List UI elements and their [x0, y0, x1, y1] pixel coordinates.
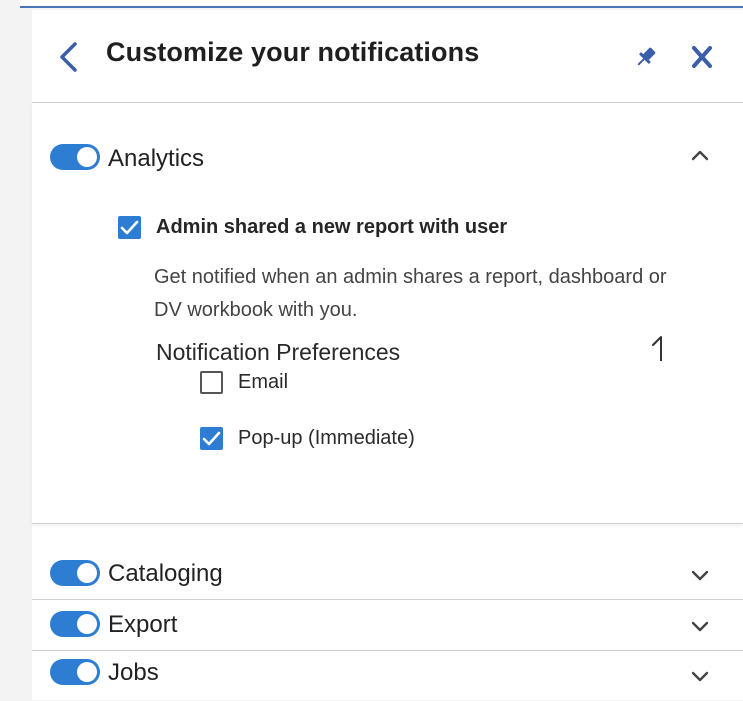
chevron-left-icon[interactable]	[56, 40, 82, 74]
jobs-label: Jobs	[108, 659, 159, 686]
panel-title: Customize your notifications	[106, 37, 480, 67]
top-strip	[20, 0, 743, 8]
email-option-label: Email	[238, 371, 289, 393]
notifications-panel: Customize your notifications Analytics A…	[32, 10, 743, 700]
preferences-heading: Notification Preferences	[156, 339, 401, 365]
analytics-toggle[interactable]	[50, 144, 100, 170]
section-jobs: Jobs	[32, 651, 743, 701]
cataloging-label: Cataloging	[108, 560, 223, 587]
notification-title: Admin shared a new report with user	[156, 216, 508, 238]
toggle-knob	[77, 662, 97, 682]
popup-checkbox[interactable]	[200, 427, 223, 450]
chevron-down-icon[interactable]	[688, 563, 712, 587]
notification-description: Get notified when an admin shares a repo…	[154, 266, 667, 321]
analytics-label: Analytics	[108, 145, 205, 172]
chevron-down-icon[interactable]	[688, 614, 712, 638]
section-cataloging: Cataloging	[32, 549, 743, 600]
admin-shared-report-checkbox[interactable]	[118, 216, 141, 239]
toggle-knob	[77, 147, 97, 167]
toggle-knob	[77, 614, 97, 634]
cataloging-toggle[interactable]	[50, 560, 100, 586]
chevron-up-icon[interactable]	[688, 143, 712, 167]
toggle-knob	[77, 563, 97, 583]
export-label: Export	[108, 611, 178, 638]
export-toggle[interactable]	[50, 611, 100, 637]
chevron-down-icon[interactable]	[688, 664, 712, 688]
pin-icon[interactable]	[632, 43, 660, 71]
jobs-toggle[interactable]	[50, 659, 100, 685]
close-icon[interactable]	[688, 43, 716, 71]
email-checkbox[interactable]	[200, 371, 223, 394]
popup-option-label: Pop-up (Immediate)	[238, 427, 415, 449]
section-analytics: Analytics Admin shared a new report with…	[32, 103, 743, 524]
panel-header: Customize your notifications	[32, 10, 743, 103]
section-export: Export	[32, 600, 743, 651]
text-cursor-icon	[647, 333, 671, 365]
